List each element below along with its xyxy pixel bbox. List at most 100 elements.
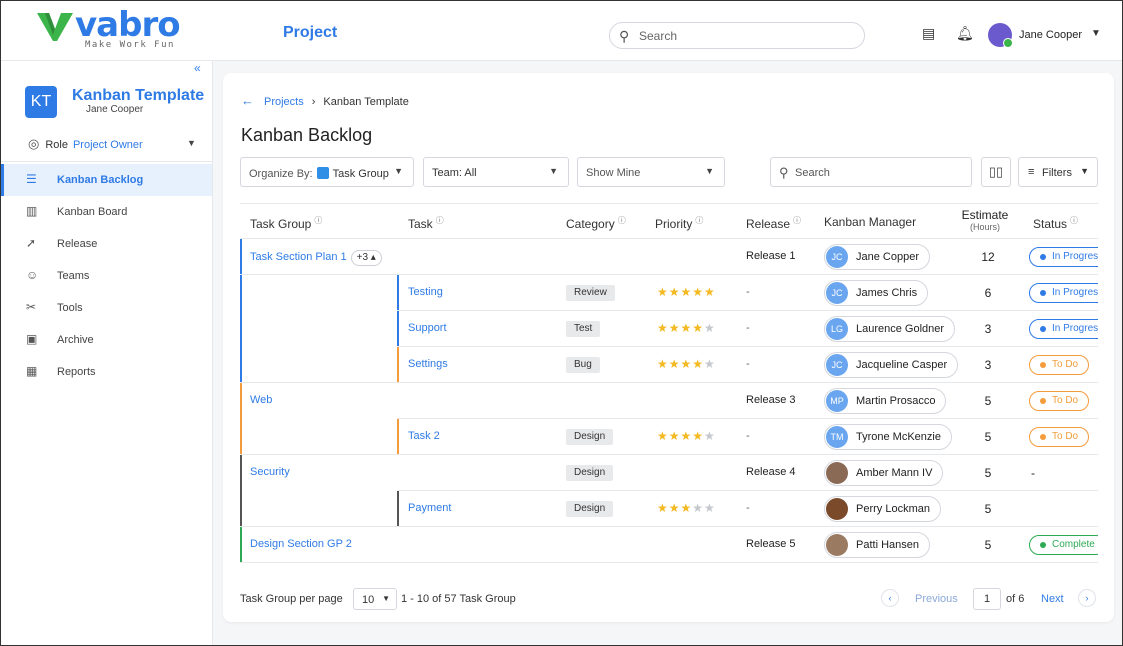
table-row[interactable]: Web Release 3 MP Martin Prosacco 5 To Do xyxy=(240,383,1098,419)
estimate-cell: 5 xyxy=(984,538,992,552)
user-name[interactable]: Jane Cooper xyxy=(1019,29,1082,41)
priority-stars[interactable]: ★★★★★ xyxy=(657,357,716,371)
task-group-name[interactable]: Task Section Plan 1 +3 ▴ xyxy=(250,250,382,266)
per-page-select[interactable]: 10 ▼ xyxy=(353,588,397,610)
logo[interactable]: vabro Make Work Fun xyxy=(35,5,185,55)
next-button[interactable]: Next xyxy=(1041,593,1064,605)
table-row[interactable]: Payment Design ★★★★★ - Perry Lockman 5 xyxy=(240,491,1098,527)
table-header: Task Group ⓘ Task ⓘ Category ⓘ Priority ⓘ Re… xyxy=(240,203,1098,239)
table-search-placeholder: Search xyxy=(795,167,830,179)
task-group-name[interactable]: Security xyxy=(250,466,290,478)
collapse-sidebar-icon[interactable]: « xyxy=(194,61,201,75)
manager-chip[interactable]: Patti Hansen xyxy=(824,532,930,558)
top-search-input[interactable]: ⚲ Search xyxy=(609,22,865,49)
col-priority[interactable]: Priority ⓘ xyxy=(655,215,703,231)
reports-icon: ▦ xyxy=(26,364,38,378)
previous-button[interactable]: Previous xyxy=(915,593,958,605)
task-group-name[interactable]: Design Section GP 2 xyxy=(250,538,352,550)
chevron-down-icon: ▼ xyxy=(1080,166,1089,176)
task-name[interactable]: Support xyxy=(408,322,447,334)
bell-icon[interactable]: 🔔︎ xyxy=(956,25,974,42)
table-row[interactable]: Task Section Plan 1 +3 ▴ Release 1 JC Jane… xyxy=(240,239,1098,275)
sidebar-item-label: Tools xyxy=(57,302,83,314)
chevron-down-icon[interactable]: ▼ xyxy=(187,138,196,148)
manager-chip[interactable]: LG Laurence Goldner xyxy=(824,316,956,342)
column-settings-icon[interactable]: ▯▯ xyxy=(981,157,1011,187)
estimate-cell: 5 xyxy=(984,466,992,480)
manager-name: Amber Mann IV xyxy=(856,467,933,479)
avatar: LG xyxy=(826,318,848,340)
filters-button[interactable]: ≡ Filters ▼ xyxy=(1018,157,1098,187)
top-bar: vabro Make Work Fun Project ⚲ Search ▤ 🔔… xyxy=(1,1,1122,61)
sidebar-item-kanban-board[interactable]: ▥ Kanban Board xyxy=(1,196,212,228)
status-badge[interactable]: To Do xyxy=(1029,427,1090,447)
task-indicator xyxy=(397,275,399,311)
sidebar-item-release[interactable]: ➚ Release xyxy=(1,228,212,260)
task-name[interactable]: Payment xyxy=(408,502,451,514)
col-kanban-manager[interactable]: Kanban Manager xyxy=(824,215,916,229)
col-task-group[interactable]: Task Group ⓘ xyxy=(250,215,322,231)
priority-stars[interactable]: ★★★★★ xyxy=(657,285,716,299)
col-estimate[interactable]: Estimate (Hours) xyxy=(960,209,1010,233)
sidebar-item-tools[interactable]: ✂ Tools xyxy=(1,292,212,324)
col-category[interactable]: Category ⓘ xyxy=(566,215,626,231)
task-name[interactable]: Settings xyxy=(408,358,448,370)
status-badge[interactable]: To Do xyxy=(1029,391,1090,411)
priority-stars[interactable]: ★★★★★ xyxy=(657,429,716,443)
priority-stars[interactable]: ★★★★★ xyxy=(657,501,716,515)
col-status[interactable]: Status ⓘ xyxy=(1033,215,1078,231)
chevron-down-icon[interactable]: ▼ xyxy=(1091,28,1101,39)
task-group-name[interactable]: Web xyxy=(250,394,272,406)
table-row[interactable]: Testing Review ★★★★★ - JC James Chris 6 I… xyxy=(240,275,1098,311)
sidebar-item-reports[interactable]: ▦ Reports xyxy=(1,356,212,388)
chat-icon[interactable]: ▤ xyxy=(922,25,935,42)
show-mine-select[interactable]: Show Mine ▼ xyxy=(577,157,725,187)
status-badge[interactable]: In Progress xyxy=(1029,247,1098,267)
release-cell: - xyxy=(746,358,750,370)
list-icon: ☰ xyxy=(26,172,37,186)
role-label: Role xyxy=(45,139,68,151)
manager-chip[interactable]: JC Jane Copper xyxy=(824,244,930,270)
expand-more-button[interactable]: +3 ▴ xyxy=(350,250,382,266)
status-badge[interactable]: Complete xyxy=(1029,535,1098,555)
filters-label: Filters xyxy=(1042,167,1072,179)
back-arrow-icon[interactable]: ← xyxy=(241,93,254,108)
status-badge[interactable]: In Progress xyxy=(1029,319,1098,339)
info-icon: ⓘ xyxy=(435,216,444,225)
avatar: JC xyxy=(826,354,848,376)
info-icon: ⓘ xyxy=(793,216,802,225)
avatar: JC xyxy=(826,282,848,304)
table-row[interactable]: Security Design Release 4 Amber Mann IV … xyxy=(240,455,1098,491)
table-row[interactable]: Settings Bug ★★★★★ - JC Jacqueline Casper… xyxy=(240,347,1098,383)
table-row[interactable]: Task 2 Design ★★★★★ - TM Tyrone McKenzie … xyxy=(240,419,1098,455)
user-avatar[interactable] xyxy=(988,23,1013,48)
chevron-right-icon[interactable]: › xyxy=(1078,589,1096,607)
status-badge[interactable]: To Do xyxy=(1029,355,1090,375)
chevron-left-icon[interactable]: ‹ xyxy=(881,589,899,607)
sidebar-item-kanban-backlog[interactable]: ☰ Kanban Backlog xyxy=(1,164,212,196)
category-badge: Design xyxy=(566,465,614,481)
manager-chip[interactable]: TM Tyrone McKenzie xyxy=(824,424,952,450)
priority-stars[interactable]: ★★★★★ xyxy=(657,321,716,335)
manager-chip[interactable]: JC Jacqueline Casper xyxy=(824,352,959,378)
sidebar-item-archive[interactable]: ▣ Archive xyxy=(1,324,212,356)
table-search-input[interactable]: ⚲ Search xyxy=(770,157,972,187)
manager-chip[interactable]: Perry Lockman xyxy=(824,496,941,522)
sidebar-item-teams[interactable]: ☺ Teams xyxy=(1,260,212,292)
table-row[interactable]: Support Test ★★★★★ - LG Laurence Goldner … xyxy=(240,311,1098,347)
project-name: Kanban Template xyxy=(72,87,205,104)
breadcrumb-projects[interactable]: Projects xyxy=(264,96,304,108)
role-selector[interactable]: ◎ Role Project Owner xyxy=(28,136,143,152)
task-name[interactable]: Task 2 xyxy=(408,430,440,442)
page-input[interactable]: 1 xyxy=(973,588,1001,610)
manager-chip[interactable]: MP Martin Prosacco xyxy=(824,388,947,414)
manager-chip[interactable]: Amber Mann IV xyxy=(824,460,944,486)
manager-chip[interactable]: JC James Chris xyxy=(824,280,929,306)
col-task[interactable]: Task ⓘ xyxy=(408,215,444,231)
task-name[interactable]: Testing xyxy=(408,286,443,298)
table-row[interactable]: Design Section GP 2 Release 5 Patti Hans… xyxy=(240,527,1098,563)
status-badge[interactable]: In Progress xyxy=(1029,283,1098,303)
organize-by-select[interactable]: Organize By: Task Group ▼ xyxy=(240,157,414,187)
col-release[interactable]: Release ⓘ xyxy=(746,215,801,231)
team-select[interactable]: Team: All ▼ xyxy=(423,157,569,187)
